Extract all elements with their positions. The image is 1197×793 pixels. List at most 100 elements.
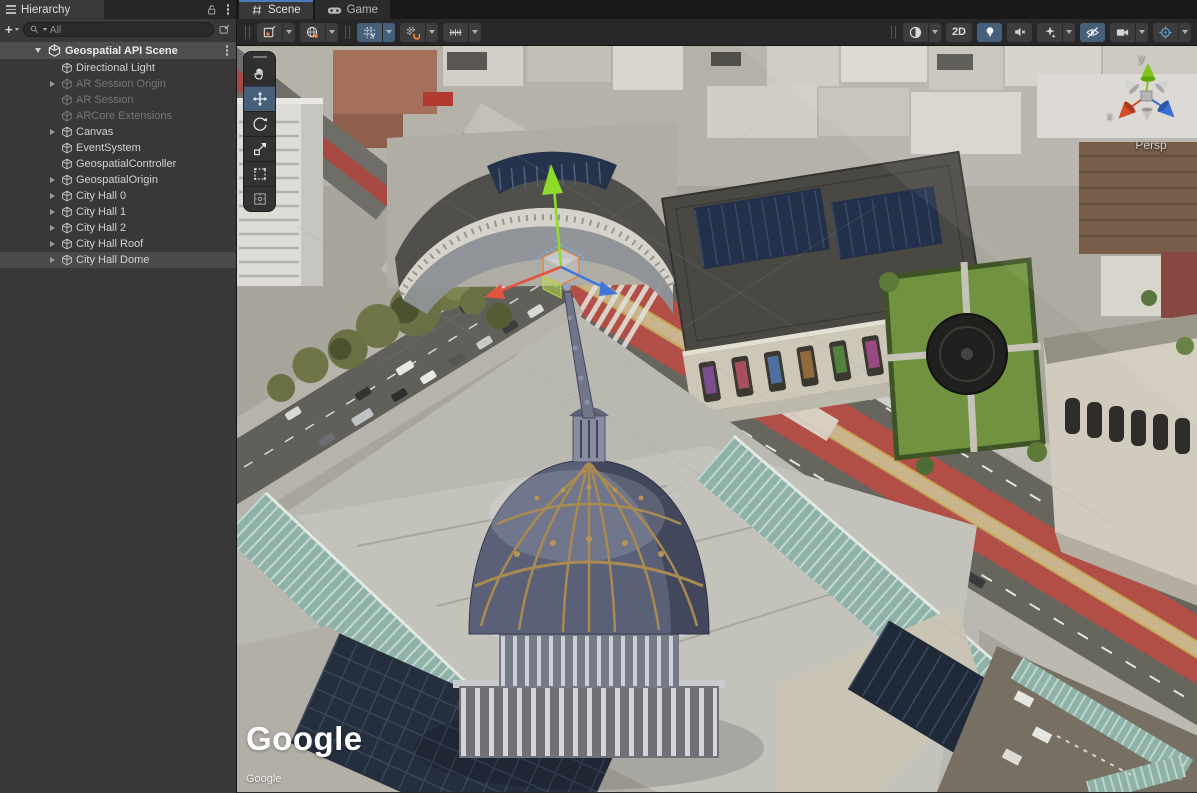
foldout-icon[interactable] xyxy=(50,81,55,87)
rotate-tool[interactable] xyxy=(244,111,275,136)
tools-overlay-handle[interactable] xyxy=(253,56,267,58)
create-dropdown-caret xyxy=(15,28,19,31)
game-tab-icon xyxy=(327,4,342,16)
hierarchy-panel: Hierarchy + xyxy=(0,0,236,793)
hierarchy-item-eventsystem[interactable]: EventSystem xyxy=(0,140,236,156)
gizmo-x-label: x xyxy=(1107,110,1113,122)
hierarchy-item-ar-session-origin[interactable]: AR Session Origin xyxy=(0,76,236,92)
gameobject-icon xyxy=(61,78,73,90)
draw-mode-button[interactable] xyxy=(257,23,282,42)
hierarchy-search[interactable] xyxy=(23,22,214,37)
effects-dropdown[interactable] xyxy=(1063,23,1075,42)
hierarchy-item-canvas[interactable]: Canvas xyxy=(0,124,236,140)
search-filter-caret[interactable] xyxy=(43,28,47,31)
shading-mode-button[interactable] xyxy=(903,23,928,42)
unity-scene-icon xyxy=(48,44,61,57)
foldout-icon[interactable] xyxy=(50,129,55,135)
grid-snapping-button[interactable] xyxy=(400,23,425,42)
hierarchy-item-city-hall-1[interactable]: City Hall 1 xyxy=(0,204,236,220)
toolbar-grip[interactable] xyxy=(891,26,896,39)
hierarchy-item-ar-session[interactable]: AR Session xyxy=(0,92,236,108)
scene-menu-icon[interactable] xyxy=(224,45,231,56)
foldout-icon[interactable] xyxy=(50,225,55,231)
grid-snapping-dropdown[interactable] xyxy=(426,23,438,42)
hierarchy-item-directional-light[interactable]: Directional Light xyxy=(0,60,236,76)
camera-overlay-dropdown[interactable] xyxy=(1136,23,1148,42)
search-input[interactable] xyxy=(50,24,208,36)
gameobject-icon xyxy=(61,158,73,170)
google-attribution: Google xyxy=(246,773,281,785)
press-to-pick-icon[interactable] xyxy=(218,23,231,36)
scale-tool[interactable] xyxy=(244,136,275,161)
2d-toggle-button[interactable]: 2D xyxy=(946,23,972,42)
hierarchy-item-city-hall-2[interactable]: City Hall 2 xyxy=(0,220,236,236)
foldout-icon[interactable] xyxy=(50,241,55,247)
gameobject-icon xyxy=(61,126,73,138)
snap-increment-button[interactable] xyxy=(443,23,468,42)
gizmos-selector-button[interactable] xyxy=(1153,23,1178,42)
hierarchy-menu-icon[interactable] xyxy=(225,4,232,15)
move-gizmo[interactable] xyxy=(525,186,630,304)
hierarchy-item-city-hall-roof[interactable]: City Hall Roof xyxy=(0,236,236,252)
hierarchy-item-geospatialcontroller[interactable]: GeospatialController xyxy=(0,156,236,172)
search-icon xyxy=(29,24,40,35)
grid-visibility-button[interactable]: Y xyxy=(357,23,382,42)
scene-visibility-globe-button[interactable] xyxy=(300,23,325,42)
audio-mute-button[interactable] xyxy=(1007,23,1032,42)
snap-increment-dropdown[interactable] xyxy=(469,23,481,42)
toolbar-grip[interactable] xyxy=(345,26,350,39)
tools-overlay xyxy=(243,51,276,212)
effects-button[interactable] xyxy=(1037,23,1062,42)
hierarchy-item-arcore-extensions[interactable]: ARCore Extensions xyxy=(0,108,236,124)
draw-mode-dropdown[interactable] xyxy=(283,23,295,42)
gameobject-icon xyxy=(61,254,73,266)
grid-visibility-dropdown[interactable] xyxy=(383,23,395,42)
hierarchy-items: Directional Light AR Session Origin AR S… xyxy=(0,59,236,268)
tab-hierarchy[interactable]: Hierarchy xyxy=(0,0,104,19)
scene-tab-icon xyxy=(251,4,263,16)
projection-label[interactable]: Persp xyxy=(1121,138,1181,152)
gizmos-selector-dropdown[interactable] xyxy=(1179,23,1191,42)
scene-tabbar: Scene Game xyxy=(237,0,1197,19)
svg-text:Y: Y xyxy=(371,33,376,39)
scene-foldout-icon[interactable] xyxy=(35,48,41,53)
foldout-icon[interactable] xyxy=(50,177,55,183)
memorial-court-lawn xyxy=(885,260,1043,458)
camera-overlay-button[interactable] xyxy=(1110,23,1135,42)
hidden-objects-button[interactable] xyxy=(1080,23,1105,42)
create-object-button[interactable]: + xyxy=(5,23,19,36)
view-hand-tool[interactable] xyxy=(244,61,275,86)
toolbar-grip[interactable] xyxy=(245,26,250,39)
foldout-icon[interactable] xyxy=(50,193,55,199)
foldout-icon[interactable] xyxy=(50,257,55,263)
rect-tool[interactable] xyxy=(244,161,275,186)
hierarchy-item-city-hall-dome[interactable]: City Hall Dome xyxy=(0,252,236,268)
gameobject-icon xyxy=(61,238,73,250)
move-tool[interactable] xyxy=(244,86,275,111)
panel-list-icon xyxy=(6,3,16,16)
scene-header-row[interactable]: Geospatial API Scene xyxy=(0,42,236,59)
foldout-icon[interactable] xyxy=(50,209,55,215)
scene-3d-render xyxy=(237,46,1197,792)
scene-viewport[interactable]: y x Persp Google Google xyxy=(237,46,1197,792)
orientation-gizmo[interactable] xyxy=(1109,60,1184,122)
transform-tool[interactable] xyxy=(244,186,275,211)
scene-lighting-button[interactable] xyxy=(977,23,1002,42)
tab-scene[interactable]: Scene xyxy=(239,0,313,19)
lock-icon[interactable] xyxy=(205,3,218,16)
hierarchy-tabbar: Hierarchy xyxy=(0,0,236,19)
scene-visibility-dropdown[interactable] xyxy=(326,23,338,42)
google-watermark: Google xyxy=(246,720,363,758)
tab-game[interactable]: Game xyxy=(315,0,390,19)
hierarchy-item-geospatialorigin[interactable]: GeospatialOrigin xyxy=(0,172,236,188)
gameobject-icon xyxy=(61,94,73,106)
gameobject-icon xyxy=(61,142,73,154)
unity-editor-window: Hierarchy + xyxy=(0,0,1197,793)
shading-mode-dropdown[interactable] xyxy=(929,23,941,42)
hierarchy-toolbar: + xyxy=(0,19,236,40)
gameobject-icon xyxy=(61,110,73,122)
scene-panel: Scene Game xyxy=(236,0,1197,793)
gameobject-icon xyxy=(61,222,73,234)
hierarchy-item-city-hall-0[interactable]: City Hall 0 xyxy=(0,188,236,204)
hierarchy-tab-label: Hierarchy xyxy=(21,4,70,16)
